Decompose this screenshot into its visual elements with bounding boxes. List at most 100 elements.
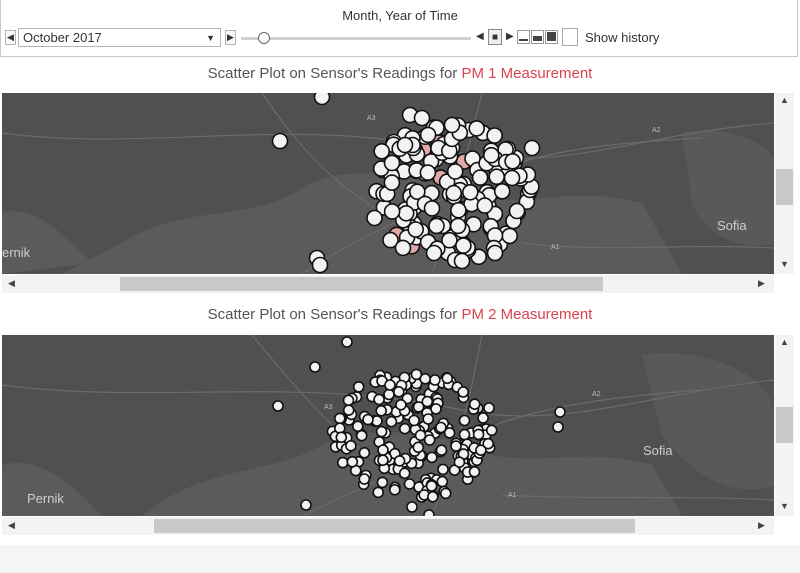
- sensor-point[interactable]: [375, 405, 388, 417]
- sensor-point[interactable]: [336, 456, 349, 469]
- sensor-point[interactable]: [403, 478, 416, 490]
- sensor-point[interactable]: [342, 404, 355, 416]
- prev-month-button[interactable]: ◀: [5, 30, 16, 45]
- next-month-button[interactable]: ▶: [225, 30, 236, 45]
- sensor-point[interactable]: [372, 486, 385, 499]
- scroll-down-icon[interactable]: ▼: [780, 501, 789, 511]
- sensor-point[interactable]: [311, 256, 329, 274]
- vertical-scrollbar-pm1[interactable]: ▲ ▼: [775, 93, 794, 274]
- sensor-point[interactable]: [449, 217, 467, 235]
- play-forward-button[interactable]: ▶: [506, 29, 514, 45]
- scroll-right-icon[interactable]: ▶: [758, 278, 765, 289]
- sensor-point[interactable]: [435, 444, 448, 456]
- sensor-point[interactable]: [388, 484, 401, 496]
- sensor-point[interactable]: [366, 209, 383, 227]
- sensor-point[interactable]: [453, 456, 466, 468]
- sensor-point[interactable]: [392, 385, 405, 398]
- sensor-point[interactable]: [358, 447, 371, 459]
- vertical-scrollbar-pm2[interactable]: ▲ ▼: [775, 335, 794, 516]
- sensor-point[interactable]: [457, 386, 470, 398]
- sensor-point[interactable]: [488, 168, 506, 185]
- horizontal-scroll-thumb-pm2[interactable]: [154, 519, 635, 533]
- sensor-point[interactable]: [439, 487, 452, 500]
- sensor-point[interactable]: [458, 414, 471, 427]
- sensor-point[interactable]: [352, 381, 365, 393]
- sensor-point[interactable]: [423, 200, 441, 217]
- horizontal-scrollbar-pm1[interactable]: ◀ ▶: [2, 275, 774, 293]
- sensor-point[interactable]: [446, 163, 464, 180]
- play-backward-button[interactable]: ◀: [476, 29, 484, 45]
- sensor-point[interactable]: [471, 169, 489, 186]
- sensor-point[interactable]: [437, 463, 449, 476]
- sensor-point[interactable]: [436, 475, 449, 488]
- sensor-point[interactable]: [376, 476, 389, 489]
- sensor-point[interactable]: [468, 398, 481, 410]
- sensor-point[interactable]: [485, 424, 498, 437]
- time-slider-thumb[interactable]: [258, 32, 270, 44]
- sensor-point[interactable]: [461, 184, 479, 201]
- speed-fast-button[interactable]: [545, 30, 558, 44]
- sensor-point[interactable]: [345, 440, 357, 452]
- sensor-point[interactable]: [425, 244, 443, 262]
- sensor-point[interactable]: [472, 428, 485, 441]
- sensor-point[interactable]: [377, 454, 389, 466]
- sensor-point[interactable]: [397, 205, 415, 222]
- sensor-point[interactable]: [393, 455, 406, 467]
- sensor-point[interactable]: [422, 413, 435, 425]
- sensor-point[interactable]: [441, 372, 454, 385]
- sensor-point[interactable]: [482, 146, 500, 164]
- sensor-point[interactable]: [396, 136, 414, 154]
- sensor-point[interactable]: [355, 429, 368, 442]
- sensor-point[interactable]: [523, 139, 541, 157]
- sensor-point[interactable]: [468, 120, 486, 137]
- sensor-point[interactable]: [335, 431, 348, 444]
- sensor-point[interactable]: [394, 239, 412, 257]
- scatter-map-canvas[interactable]: ernik Sofia A1 A2 A3: [2, 93, 774, 274]
- sensor-point[interactable]: [453, 252, 471, 270]
- sensor-point[interactable]: [341, 336, 353, 348]
- sensor-point[interactable]: [384, 379, 396, 391]
- sensor-point[interactable]: [413, 109, 431, 127]
- sensor-point[interactable]: [450, 201, 467, 219]
- sensor-point[interactable]: [414, 429, 427, 442]
- sensor-point[interactable]: [309, 361, 321, 373]
- sensor-point[interactable]: [443, 116, 461, 134]
- vertical-scroll-thumb-pm1[interactable]: [776, 169, 793, 205]
- sensor-point[interactable]: [468, 466, 481, 478]
- show-history-checkbox[interactable]: [562, 28, 578, 46]
- speed-slow-button[interactable]: [517, 30, 530, 44]
- sensor-point[interactable]: [383, 203, 401, 220]
- scatter-map-pm1[interactable]: ernik Sofia A1 A2 A3: [2, 93, 774, 274]
- sensor-point[interactable]: [406, 501, 418, 513]
- sensor-point[interactable]: [430, 403, 442, 415]
- sensor-point[interactable]: [477, 412, 489, 424]
- sensor-point[interactable]: [482, 437, 495, 450]
- sensor-point[interactable]: [271, 132, 289, 150]
- sensor-point[interactable]: [351, 420, 364, 433]
- sensor-point[interactable]: [383, 154, 401, 172]
- sensor-point[interactable]: [272, 400, 284, 412]
- sensor-point[interactable]: [383, 174, 401, 191]
- sensor-point[interactable]: [412, 441, 425, 454]
- sensor-point[interactable]: [450, 440, 462, 452]
- sensor-point[interactable]: [458, 428, 471, 441]
- sensor-point[interactable]: [493, 183, 511, 200]
- vertical-scroll-thumb-pm2[interactable]: [776, 407, 793, 443]
- sensor-point[interactable]: [486, 127, 503, 144]
- sensor-point[interactable]: [398, 467, 411, 480]
- sensor-point[interactable]: [428, 217, 445, 235]
- sensor-point[interactable]: [412, 401, 425, 413]
- sensor-point[interactable]: [508, 202, 526, 220]
- sensor-point[interactable]: [429, 374, 441, 386]
- time-slider-track[interactable]: [241, 37, 471, 40]
- horizontal-scroll-thumb-pm1[interactable]: [120, 277, 603, 291]
- scroll-right-icon[interactable]: ▶: [758, 520, 765, 531]
- sensor-point[interactable]: [408, 414, 420, 427]
- sensor-point[interactable]: [501, 227, 519, 245]
- sensor-point[interactable]: [398, 422, 411, 435]
- sensor-point[interactable]: [423, 434, 436, 446]
- sensor-point[interactable]: [300, 499, 312, 511]
- sensor-point[interactable]: [333, 412, 346, 425]
- sensor-point[interactable]: [423, 509, 435, 516]
- scroll-down-icon[interactable]: ▼: [780, 259, 789, 269]
